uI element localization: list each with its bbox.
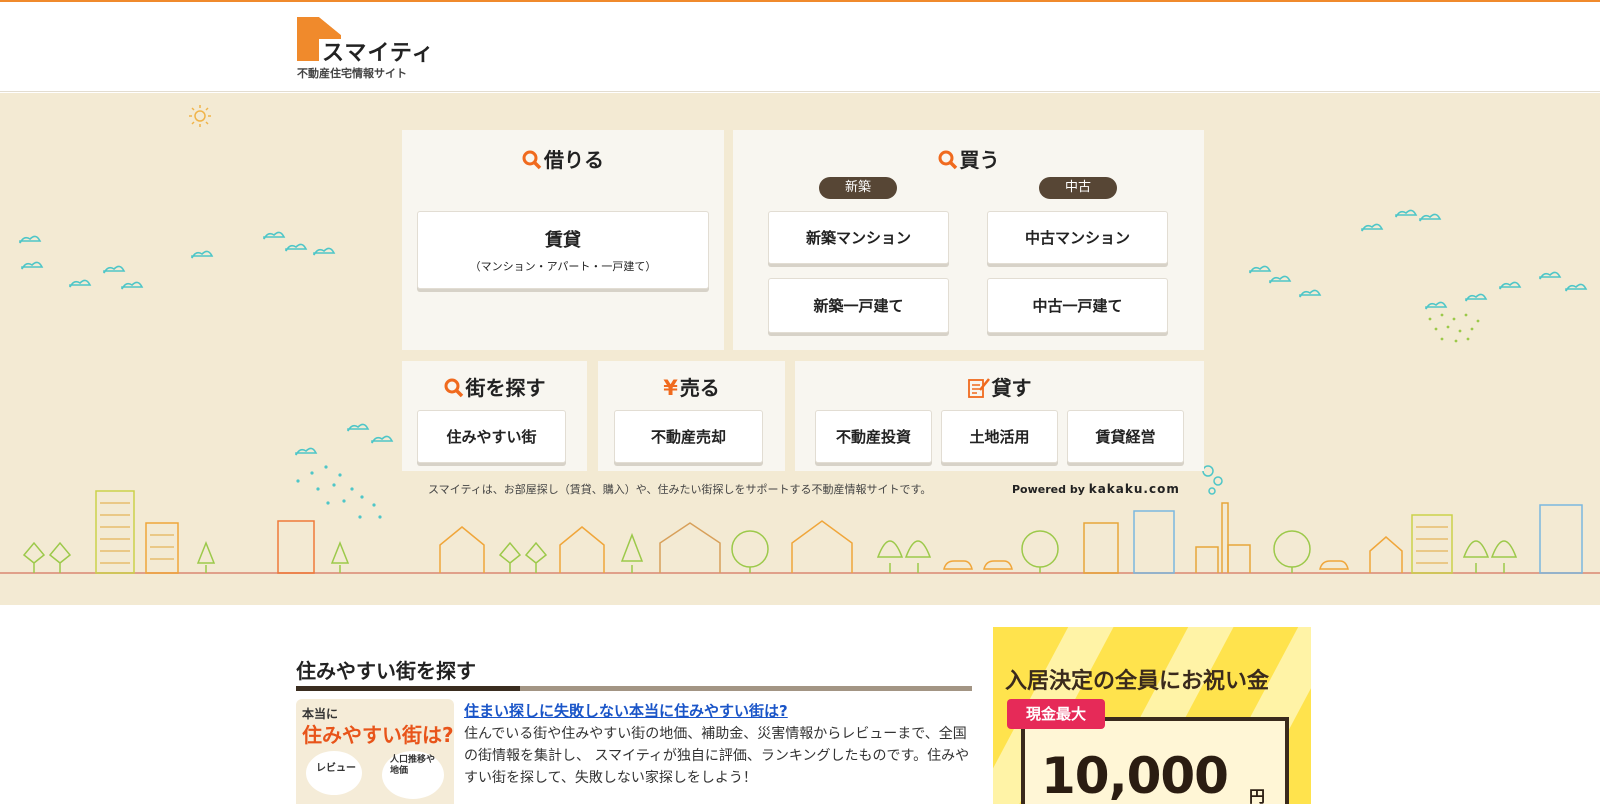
site-logo[interactable]: スマイティ 不動産住宅情報サイト <box>297 17 434 81</box>
sell-panel-title: ¥ 売る <box>598 372 785 401</box>
ad-badge: 現金最大 <box>1007 699 1105 729</box>
note-pencil-icon <box>967 378 990 398</box>
rental-button-sublabel: （マンション・アパート・一戸建て） <box>469 260 657 273</box>
investment-button[interactable]: 不動産投資 <box>815 410 932 463</box>
rent-panel: 借りる 賃貸 （マンション・アパート・一戸建て） <box>402 130 724 350</box>
powered-by-text: Powered by <box>1012 483 1085 496</box>
real-estate-sale-button[interactable]: 不動産売却 <box>614 410 763 463</box>
buy-title-text: 買う <box>959 148 1000 172</box>
ad-headline: 入居決定の全員にお祝い金 <box>1005 669 1270 694</box>
search-icon <box>522 150 542 170</box>
rental-button[interactable]: 賃貸 （マンション・アパート・一戸建て） <box>417 211 709 289</box>
town-panel-title: 街を探す <box>402 372 587 401</box>
used-mansion-button[interactable]: 中古マンション <box>987 211 1168 264</box>
new-house-button[interactable]: 新築一戸建て <box>768 278 949 333</box>
rent-panel-title: 借りる <box>402 144 724 173</box>
sell-title-text: 売る <box>679 376 720 400</box>
used-house-button[interactable]: 中古一戸建て <box>987 278 1168 333</box>
site-header: スマイティ 不動産住宅情報サイト <box>0 2 1600 92</box>
kakaku-logo: kakaku.com <box>1088 482 1180 496</box>
rental-button-label: 賃貸 <box>545 230 581 251</box>
sell-panel: ¥ 売る 不動産売却 <box>598 361 785 471</box>
lend-title-text: 貸す <box>991 376 1032 400</box>
town-panel: 街を探す 住みやすい街 <box>402 361 587 471</box>
ad-unit: 円 <box>1249 787 1266 804</box>
powered-by[interactable]: Powered by kakaku.com <box>1012 482 1180 496</box>
new-mansion-button[interactable]: 新築マンション <box>768 211 949 264</box>
new-label-pill: 新築 <box>819 177 897 199</box>
ad-amount: 10,000 <box>1041 747 1229 804</box>
rental-management-button[interactable]: 賃貸経営 <box>1067 410 1184 463</box>
section-divider <box>296 686 972 691</box>
logo-subtitle: 不動産住宅情報サイト <box>297 67 407 80</box>
site-tagline: スマイティは、お部屋探し（賃貸、購入）や、住みたい街探しをサポートする不動産情報… <box>428 483 932 496</box>
livable-town-button[interactable]: 住みやすい街 <box>417 410 566 463</box>
thumb-review-label: レビュー <box>316 763 356 774</box>
article-description: 住んでいる街や住みやすい街の地価、補助金、災害情報からレビューまで、全国の街情報… <box>464 726 970 786</box>
hero-area: 借りる 賃貸 （マンション・アパート・一戸建て） 買う 新築 中古 新築マンショ… <box>0 93 1600 605</box>
search-icon <box>938 150 957 170</box>
buy-panel: 買う 新築 中古 新築マンション 中古マンション 新築一戸建て 中古一戸建て <box>733 130 1204 350</box>
logo-name: スマイティ <box>322 41 435 66</box>
article-thumbnail[interactable]: 本当に 住みやすい街は? レビュー 人口推移や地価 <box>296 699 454 804</box>
section-title: 住みやすい街を探す <box>296 659 476 683</box>
rent-title-text: 借りる <box>544 148 604 172</box>
thumb-line2: 住みやすい街は? <box>302 723 454 747</box>
lend-panel: 貸す 不動産投資 土地活用 賃貸経営 <box>795 361 1204 471</box>
used-label-pill: 中古 <box>1039 177 1117 199</box>
article-link[interactable]: 住まい探しに失敗しない本当に住みやすい街は? <box>464 700 788 721</box>
town-title-text: 街を探す <box>465 376 546 400</box>
search-icon <box>444 378 463 398</box>
thumb-population-label: 人口推移や地価 <box>390 755 436 776</box>
lend-panel-title: 貸す <box>795 372 1204 401</box>
buy-panel-title: 買う <box>733 144 1204 173</box>
ad-banner[interactable]: 入居決定の全員にお祝い金 現金最大 10,000 円 <box>993 627 1311 804</box>
yen-icon: ¥ <box>663 376 678 400</box>
land-use-button[interactable]: 土地活用 <box>941 410 1058 463</box>
